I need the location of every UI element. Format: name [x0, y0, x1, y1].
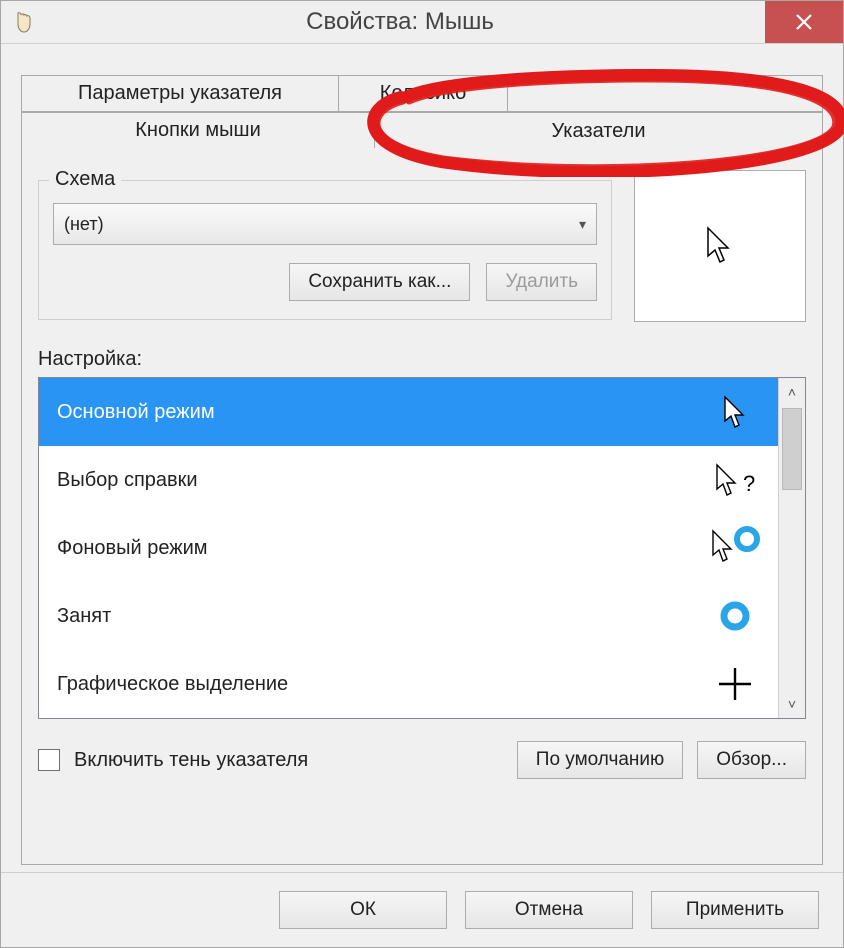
list-item-label: Выбор справки: [57, 469, 198, 492]
svg-text:?: ?: [743, 471, 755, 496]
scroll-down-icon[interactable]: ˅: [779, 690, 805, 718]
save-as-button[interactable]: Сохранить как...: [289, 263, 470, 301]
client-area: Параметры указателя Колесико Кнопки мыши…: [21, 75, 823, 865]
tab-buttons[interactable]: Кнопки мыши: [21, 112, 375, 149]
pointer-list[interactable]: Основной режим Выбор справки ?: [38, 377, 806, 719]
busy-ring-icon: [710, 591, 760, 641]
tab-pointers-panel: Схема (нет) ▾ Сохранить как... Удалить: [21, 148, 823, 865]
tab-pointer-options[interactable]: Параметры указателя: [21, 75, 339, 112]
scroll-up-icon[interactable]: ˄: [779, 378, 805, 406]
scroll-thumb[interactable]: [782, 408, 802, 490]
list-item[interactable]: Фоновый режим: [39, 514, 778, 582]
scheme-area: Схема (нет) ▾ Сохранить как... Удалить: [38, 170, 806, 322]
dialog-footer: ОК Отмена Применить: [1, 872, 843, 947]
scheme-value: (нет): [64, 214, 104, 235]
window: Свойства: Мышь Параметры указателя Колес…: [0, 0, 844, 948]
list-item-label: Занят: [57, 605, 111, 628]
tab-pointers[interactable]: Указатели: [374, 112, 823, 149]
shadow-label: Включить тень указателя: [74, 749, 503, 772]
options-row: Включить тень указателя По умолчанию Обз…: [38, 741, 806, 779]
browse-button[interactable]: Обзор...: [697, 741, 806, 779]
titlebar: Свойства: Мышь: [1, 1, 843, 44]
list-item[interactable]: Выбор справки ?: [39, 446, 778, 514]
chevron-down-icon: ▾: [579, 216, 586, 233]
pointer-preview: [634, 170, 806, 322]
defaults-button[interactable]: По умолчанию: [517, 741, 684, 779]
cursor-arrow-icon: [710, 387, 760, 437]
delete-button[interactable]: Удалить: [486, 263, 597, 301]
pointer-list-inner: Основной режим Выбор справки ?: [39, 378, 778, 718]
close-icon: [795, 13, 813, 31]
shadow-checkbox[interactable]: [38, 749, 60, 771]
list-item[interactable]: Основной режим: [39, 378, 778, 446]
tab-strip: Параметры указателя Колесико Кнопки мыши…: [21, 75, 823, 151]
list-item-label: Основной режим: [57, 401, 215, 424]
crosshair-icon: [710, 659, 760, 709]
tab-hardware[interactable]: [507, 75, 823, 112]
tab-wheel[interactable]: Колесико: [338, 75, 508, 112]
scrollbar[interactable]: ˄ ˅: [778, 378, 805, 718]
cursor-busy-bg-icon: [710, 523, 760, 573]
cursor-help-icon: ?: [710, 455, 760, 505]
list-item[interactable]: Графическое выделение: [39, 650, 778, 718]
scheme-legend: Схема: [49, 168, 121, 191]
apply-button[interactable]: Применить: [651, 891, 819, 929]
window-title: Свойства: Мышь: [35, 8, 765, 36]
list-item-label: Фоновый режим: [57, 537, 208, 560]
cancel-button[interactable]: Отмена: [465, 891, 633, 929]
scheme-group: Схема (нет) ▾ Сохранить как... Удалить: [38, 180, 612, 320]
close-button[interactable]: [765, 1, 843, 43]
cursor-arrow-icon: [704, 226, 736, 266]
ok-button[interactable]: ОК: [279, 891, 447, 929]
list-item[interactable]: Занят: [39, 582, 778, 650]
app-icon: [11, 10, 35, 34]
list-item-label: Графическое выделение: [57, 673, 288, 696]
customize-label: Настройка:: [38, 348, 806, 371]
scheme-dropdown[interactable]: (нет) ▾: [53, 203, 597, 245]
